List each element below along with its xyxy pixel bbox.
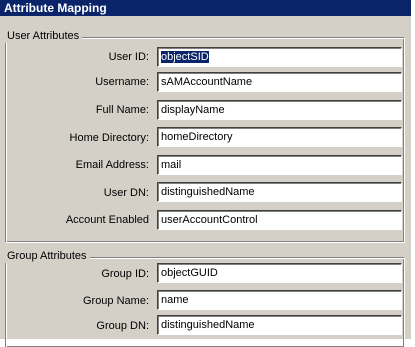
full-name-label: Full Name: <box>95 104 149 116</box>
group-id-label: Group ID: <box>101 268 149 280</box>
email-address-label: Email Address: <box>75 159 149 171</box>
home-directory-field[interactable]: homeDirectory <box>157 127 402 147</box>
home-directory-label: Home Directory: <box>69 132 149 144</box>
account-enabled-field[interactable]: userAccountControl <box>157 210 402 230</box>
email-address-field[interactable]: mail <box>157 155 402 175</box>
panel-title: Attribute Mapping <box>0 0 411 16</box>
user-id-value: objectSID <box>161 51 209 63</box>
group-dn-label: Group DN: <box>96 320 149 332</box>
attribute-mapping-panel: Attribute Mapping User Attributes User I… <box>0 0 411 347</box>
user-attributes-legend: User Attributes <box>5 30 83 43</box>
group-name-field[interactable]: name <box>157 290 402 310</box>
full-name-field[interactable]: displayName <box>157 100 402 120</box>
user-dn-label: User DN: <box>103 187 149 199</box>
account-enabled-label: Account Enabled <box>65 214 149 226</box>
username-field[interactable]: sAMAccountName <box>157 72 402 92</box>
group-attributes-legend: Group Attributes <box>5 250 90 263</box>
username-label: Username: <box>95 76 149 88</box>
user-dn-field[interactable]: distinguishedName <box>157 182 402 202</box>
group-name-label: Group Name: <box>82 295 149 307</box>
user-id-label: User ID: <box>108 51 149 63</box>
group-dn-field[interactable]: distinguishedName <box>157 315 402 335</box>
user-id-field[interactable]: objectSID <box>157 47 402 67</box>
window-right-edge <box>411 0 415 339</box>
group-id-field[interactable]: objectGUID <box>157 263 402 283</box>
